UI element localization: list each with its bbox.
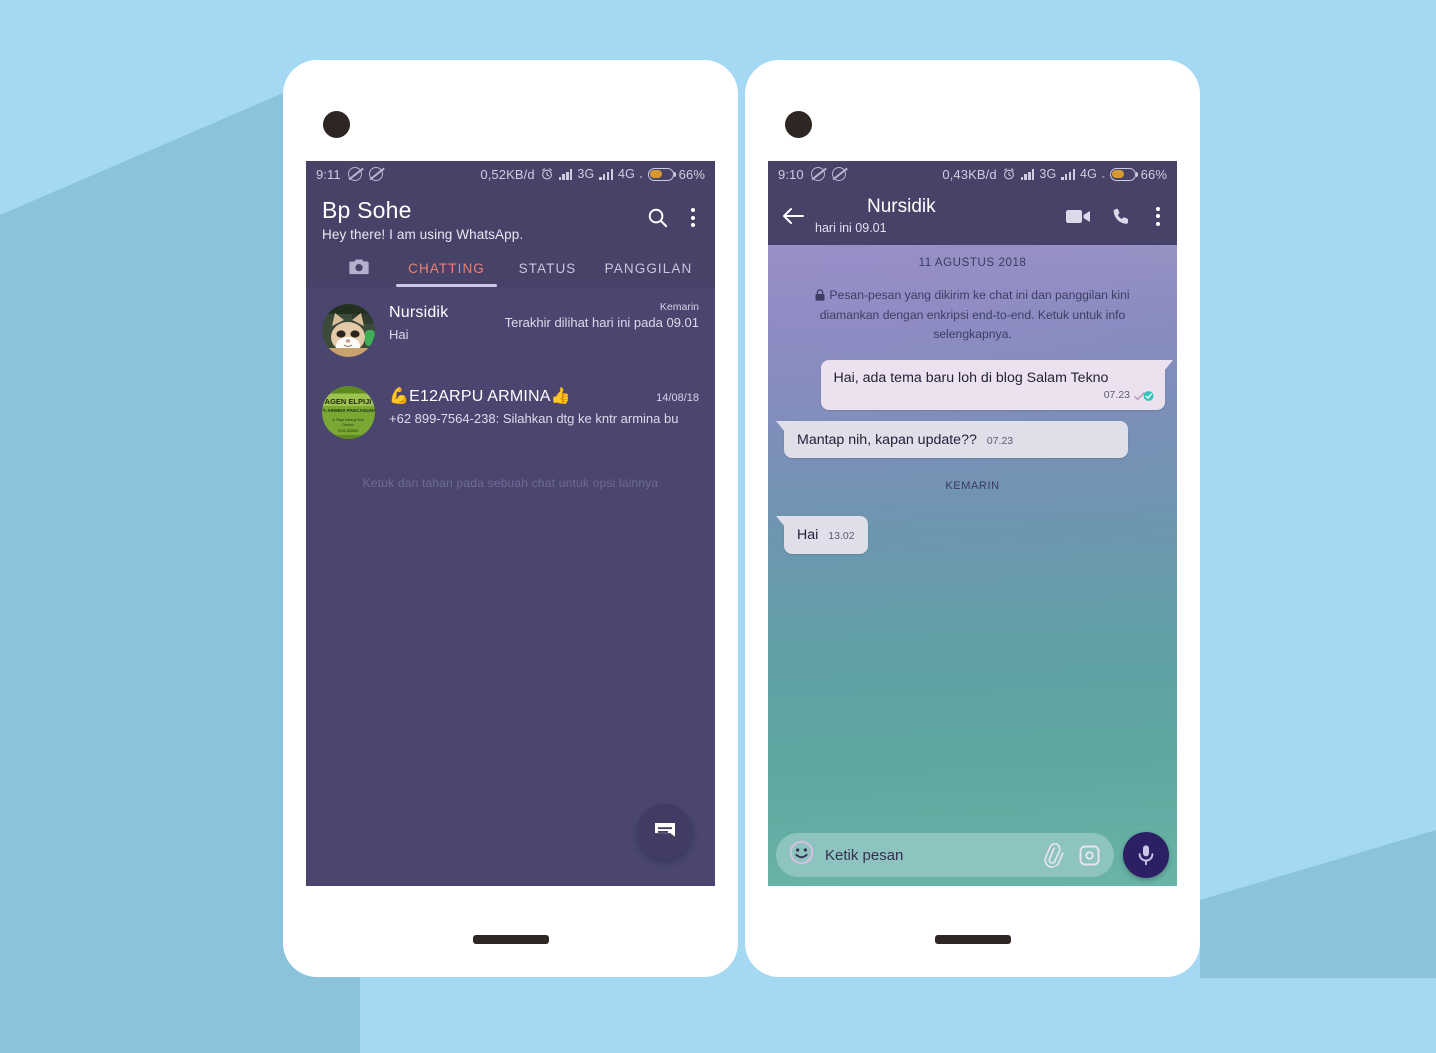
avatar[interactable]: AGEN ELPIJI PT. ARMINA PANCAGUNA Jl. Ray… xyxy=(322,385,375,439)
message-input-bar: Ketik pesan xyxy=(768,824,1177,886)
video-camera-icon[interactable] xyxy=(1066,208,1091,225)
conversation-body: 11 AGUSTUS 2018 Pesan-pesan yang dikirim… xyxy=(768,245,1177,886)
alarm-icon xyxy=(541,168,552,180)
contact-status: hari ini 09.01 xyxy=(815,221,887,235)
search-icon[interactable] xyxy=(646,206,669,229)
status-time: 9:10 xyxy=(778,166,804,182)
date-divider: KEMARIN xyxy=(945,480,1000,493)
signal-bars-icon xyxy=(1020,168,1035,180)
conversation-contact-block[interactable]: Nursidik hari ini 09.01 xyxy=(815,197,936,235)
front-camera-dot xyxy=(323,111,350,138)
svg-text:0231-636983: 0231-636983 xyxy=(338,429,358,433)
date-divider: 11 AGUSTUS 2018 xyxy=(918,257,1027,269)
message-bubble-incoming[interactable]: Hai 13.02 xyxy=(776,516,868,554)
status-bar-right: 9:10 0,43KB/d 3G 4G „ 66% xyxy=(768,161,1177,187)
chat-timestamp: Kemarin xyxy=(659,300,699,313)
conversation-app-bar: Nursidik hari ini 09.01 xyxy=(768,187,1177,245)
tab-chatting[interactable]: CHATTING xyxy=(396,261,497,287)
svg-text:Cirebon: Cirebon xyxy=(342,423,354,427)
kebab-menu-icon[interactable] xyxy=(687,206,699,229)
status-time: 9:11 xyxy=(316,166,341,182)
back-arrow-icon[interactable] xyxy=(781,206,811,226)
signal-bars-icon xyxy=(599,168,614,180)
network-sub-label: „ xyxy=(639,169,643,179)
message-bubble-incoming[interactable]: Mantap nih, kapan update?? 07.23 xyxy=(776,420,1128,459)
home-indicator-left[interactable] xyxy=(472,935,549,944)
network-label-3g: 3G xyxy=(1039,167,1057,181)
phone-left: 9:11 0,52KB/d 3G 4G „ 66% Bp Sohe Hey th… xyxy=(283,60,738,977)
new-chat-message-icon xyxy=(655,823,675,837)
voice-record-button[interactable] xyxy=(1123,832,1169,878)
lock-icon xyxy=(815,288,825,306)
network-sub-label: „ xyxy=(1101,169,1105,179)
profile-status-text: Hey there! I am using WhatsApp. xyxy=(322,226,524,242)
battery-icon xyxy=(1109,167,1138,181)
status-bar-left: 9:11 0,52KB/d 3G 4G „ 66% xyxy=(306,161,715,187)
chat-list-item[interactable]: Nursidik Kemarin Terakhir dilihat hari i… xyxy=(306,291,715,368)
message-text: Mantap nih, kapan update?? xyxy=(797,431,977,448)
network-label-3g: 3G xyxy=(577,167,595,181)
tab-panggilan[interactable]: PANGGILAN xyxy=(598,261,699,287)
message-time: 13.02 xyxy=(828,530,855,543)
whatsapp-app-bar: Bp Sohe Hey there! I am using WhatsApp. xyxy=(306,187,715,287)
chat-preview: +62 899-7564-238: Silahkan dtg ke kntr a… xyxy=(389,410,679,426)
encryption-notice-text: Pesan-pesan yang dikirim ke chat ini dan… xyxy=(819,288,1130,341)
tab-camera[interactable] xyxy=(322,256,396,287)
signal-bars-icon xyxy=(1061,168,1076,180)
alarm-icon xyxy=(1003,168,1014,180)
sync-icon xyxy=(368,167,383,181)
network-label-4g: 4G xyxy=(1080,167,1097,181)
encryption-notice[interactable]: Pesan-pesan yang dikirim ke chat ini dan… xyxy=(790,286,1155,343)
microphone-icon xyxy=(1138,845,1154,866)
message-text: Hai xyxy=(797,527,819,544)
battery-percent-label: 66% xyxy=(1140,166,1167,182)
chat-list: Nursidik Kemarin Terakhir dilihat hari i… xyxy=(306,286,715,886)
camera-icon[interactable] xyxy=(1078,844,1101,867)
data-rate-label: 0,43KB/d xyxy=(942,166,997,182)
read-double-check-icon xyxy=(1134,391,1154,402)
chat-name: 💪E12ARPU ARMINA👍 xyxy=(389,387,571,405)
signal-bars-icon xyxy=(558,168,573,180)
home-indicator-right[interactable] xyxy=(934,935,1011,944)
message-time: 07.23 xyxy=(1103,389,1130,402)
phone-right: 9:10 0,43KB/d 3G 4G „ 66% Nursidik hari … xyxy=(745,60,1200,977)
bubble-tail xyxy=(776,420,785,432)
avatar[interactable] xyxy=(322,303,375,357)
chat-list-item[interactable]: AGEN ELPIJI PT. ARMINA PANCAGUNA Jl. Ray… xyxy=(306,368,715,450)
contact-name: Nursidik xyxy=(867,196,936,217)
bubble-tail xyxy=(776,516,785,528)
tab-bar: CHATTING STATUS PANGGILAN xyxy=(322,256,699,287)
sync-icon xyxy=(831,167,846,181)
kebab-menu-icon[interactable] xyxy=(1152,205,1164,228)
chat-last-seen: Terakhir dilihat hari ini pada 09.01 xyxy=(504,314,699,330)
chat-timestamp: 14/08/18 xyxy=(656,391,699,404)
phone-icon[interactable] xyxy=(1111,206,1132,227)
battery-percent-label: 66% xyxy=(678,166,705,182)
camera-icon xyxy=(349,259,369,274)
front-camera-dot xyxy=(785,111,812,138)
emoji-smiley-icon[interactable] xyxy=(789,840,814,870)
sync-icon xyxy=(810,167,825,181)
sync-icon xyxy=(347,167,362,181)
network-label-4g: 4G xyxy=(618,167,635,181)
svg-text:PT. ARMINA PANCAGUNA: PT. ARMINA PANCAGUNA xyxy=(322,408,375,413)
data-rate-label: 0,52KB/d xyxy=(480,166,535,182)
svg-text:Jl. Raya Karang Sem: Jl. Raya Karang Sem xyxy=(332,418,364,422)
new-chat-fab[interactable] xyxy=(637,804,693,860)
message-text: Hai, ada tema baru loh di blog Salam Tek… xyxy=(833,369,1109,386)
message-bubble-outgoing[interactable]: Hai, ada tema baru loh di blog Salam Tek… xyxy=(821,359,1173,410)
page-title: Bp Sohe xyxy=(322,197,412,223)
message-placeholder: Ketik pesan xyxy=(825,846,904,864)
chat-name: Nursidik xyxy=(389,303,449,321)
left-screen: 9:11 0,52KB/d 3G 4G „ 66% Bp Sohe Hey th… xyxy=(306,161,715,886)
paperclip-icon[interactable] xyxy=(1040,842,1064,868)
list-hint-text: Ketuk dan tahan pada sebuah chat untuk o… xyxy=(362,475,659,490)
bubble-tail xyxy=(1164,359,1173,371)
message-input-field[interactable]: Ketik pesan xyxy=(776,833,1114,877)
message-time: 07.23 xyxy=(986,434,1014,447)
tab-status[interactable]: STATUS xyxy=(497,261,598,287)
svg-text:AGEN ELPIJI: AGEN ELPIJI xyxy=(325,397,372,406)
right-screen: 9:10 0,43KB/d 3G 4G „ 66% Nursidik hari … xyxy=(768,161,1177,886)
battery-icon xyxy=(647,167,676,181)
